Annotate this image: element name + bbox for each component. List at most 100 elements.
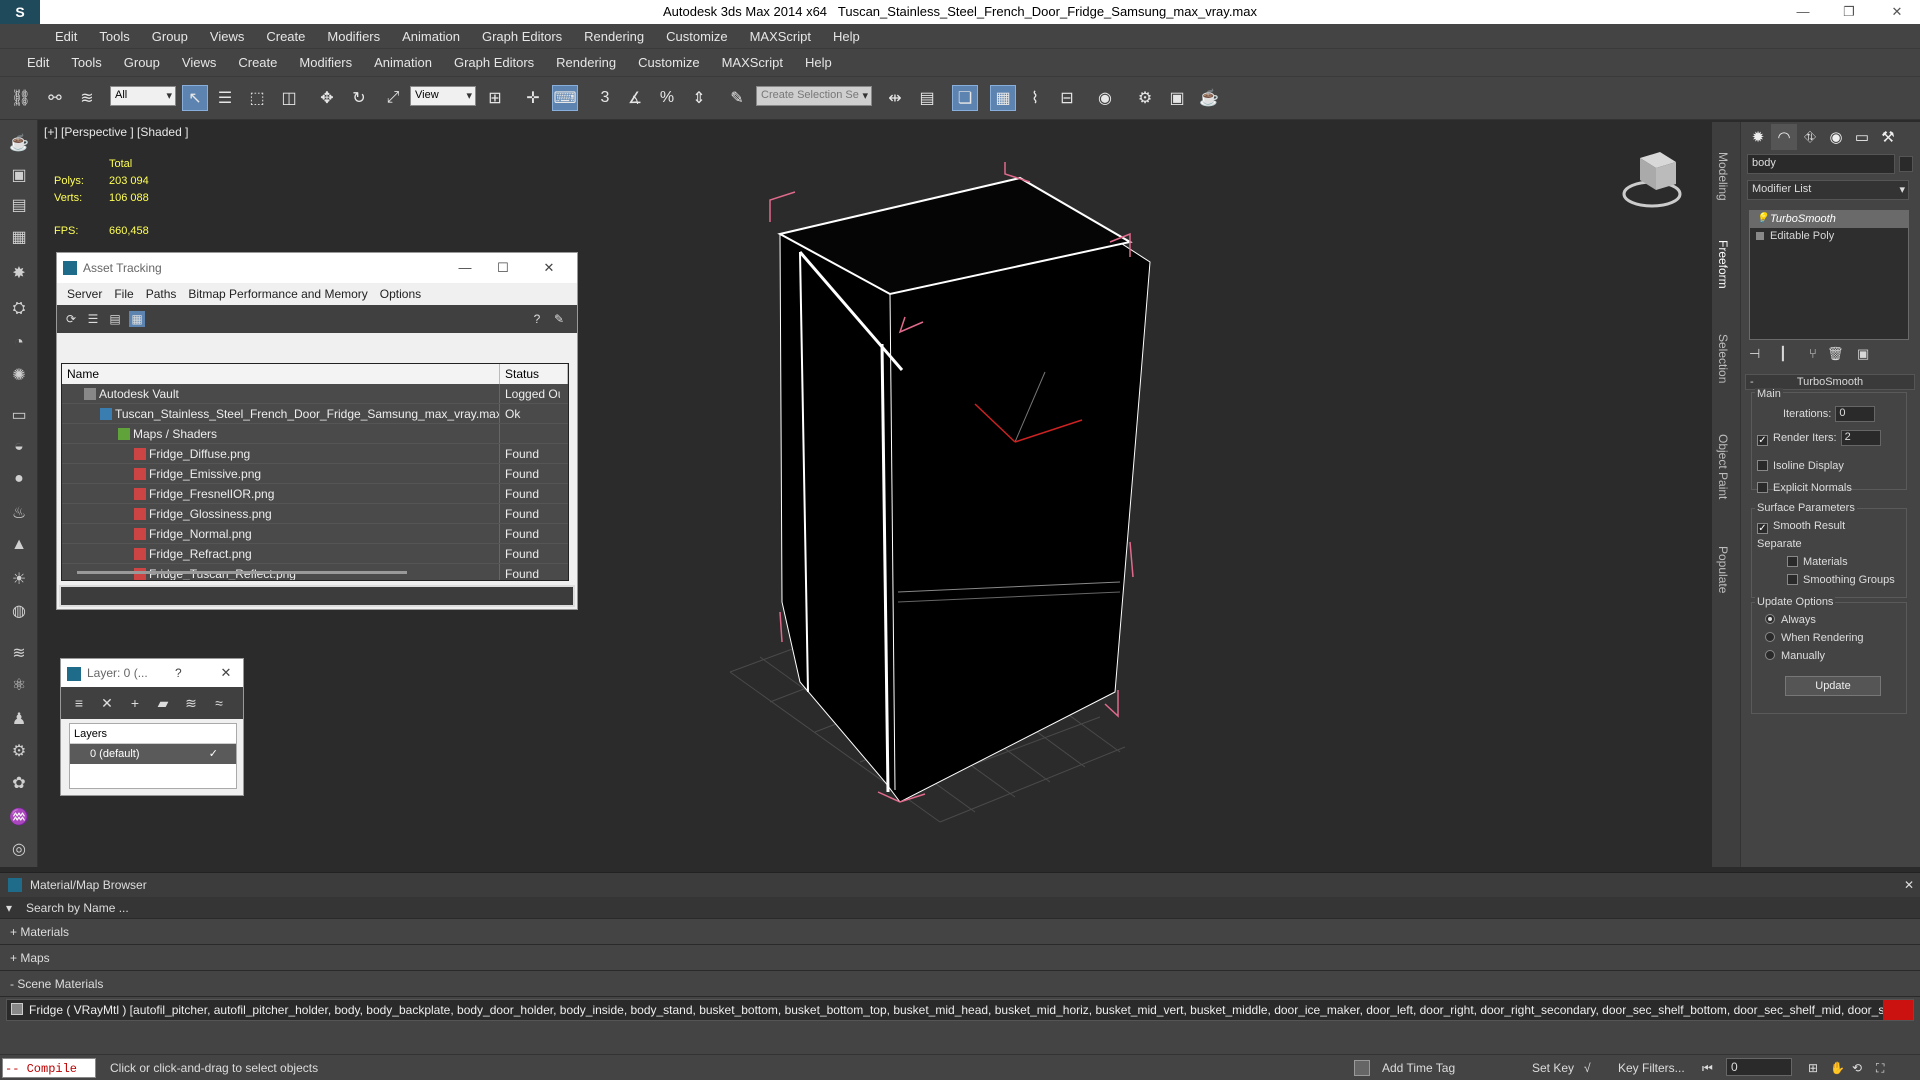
menu-group[interactable]: Group xyxy=(113,55,171,70)
object-color-swatch[interactable] xyxy=(1899,156,1913,172)
close-icon[interactable]: ✕ xyxy=(1904,873,1914,897)
add-selection-icon[interactable]: ▰ xyxy=(153,693,173,713)
menu-views[interactable]: Views xyxy=(199,29,255,44)
motion-tab-icon[interactable]: ◉ xyxy=(1823,124,1849,150)
set-key-button[interactable]: Set Key xyxy=(1532,1061,1574,1075)
always-radio[interactable] xyxy=(1765,614,1775,624)
fridge-model[interactable] xyxy=(777,176,1151,803)
when-rendering-radio[interactable] xyxy=(1765,632,1775,642)
teapot-icon[interactable]: ☕ xyxy=(6,130,32,156)
tab-object-paint[interactable]: Object Paint xyxy=(1716,434,1730,499)
menu-edit[interactable]: Edit xyxy=(44,29,88,44)
minimize-icon[interactable]: — xyxy=(447,253,483,283)
go-to-start-icon[interactable]: ⏮ xyxy=(1702,1061,1713,1076)
align-icon[interactable]: ▤ xyxy=(914,85,940,111)
menu-help[interactable]: Help xyxy=(794,55,843,70)
view-cube[interactable] xyxy=(1622,152,1682,208)
menu-bitmap-performance[interactable]: Bitmap Performance and Memory xyxy=(182,287,373,301)
close-icon[interactable]: ✕ xyxy=(531,253,567,283)
render-setup-icon[interactable]: ⚙ xyxy=(1132,85,1158,111)
menu-maxscript[interactable]: MAXScript xyxy=(711,55,794,70)
material-browser-titlebar[interactable]: Material/Map Browser ✕ xyxy=(0,873,1920,897)
molecule-icon[interactable]: ⚛ xyxy=(6,672,32,698)
menu-animation[interactable]: Animation xyxy=(391,29,471,44)
menu-modifiers[interactable]: Modifiers xyxy=(316,29,391,44)
pin-stack-icon[interactable]: ⊣ xyxy=(1749,346,1760,362)
menu-group[interactable]: Group xyxy=(141,29,199,44)
menu-server[interactable]: Server xyxy=(61,287,108,301)
manually-radio[interactable] xyxy=(1765,650,1775,660)
scene-material-row[interactable]: Fridge ( VRayMtl ) [autofil_pitcher, aut… xyxy=(6,999,1914,1021)
layers-icon[interactable]: ▤ xyxy=(6,192,32,218)
maximize-viewport-icon[interactable]: ⛶ xyxy=(1876,1061,1884,1076)
group-maps[interactable]: + Maps xyxy=(0,945,1920,971)
material-search-field[interactable]: ▾ Search by Name ... xyxy=(0,897,1920,919)
maximize-icon[interactable]: ❐ xyxy=(1826,0,1872,24)
helper-icon[interactable]: ◔ xyxy=(6,330,32,356)
asset-row[interactable]: Fridge_Diffuse.png Found xyxy=(62,444,568,464)
layer-row[interactable]: 0 (default) ✓ xyxy=(70,744,236,764)
mirror-icon[interactable]: ⇹ xyxy=(882,85,908,111)
percent-snap-icon[interactable]: % xyxy=(654,85,680,111)
tab-freeform[interactable]: Freeform xyxy=(1716,240,1730,289)
utilities-tab-icon[interactable]: ⚒ xyxy=(1875,124,1901,150)
tab-populate[interactable]: Populate xyxy=(1716,546,1730,593)
menu-tools[interactable]: Tools xyxy=(60,55,112,70)
layer-manager-icon[interactable]: ≡ xyxy=(69,693,89,713)
scale-icon[interactable]: ⤢ xyxy=(380,85,406,111)
menu-customize[interactable]: Customize xyxy=(655,29,738,44)
asset-path-field[interactable] xyxy=(59,585,575,607)
named-selection-set-dropdown[interactable]: Create Selection Se xyxy=(756,86,872,106)
menu-create[interactable]: Create xyxy=(255,29,316,44)
create-layer-icon[interactable]: + xyxy=(125,693,145,713)
modify-tab-icon[interactable]: ◠ xyxy=(1771,124,1797,150)
settings-icon[interactable]: ✎ xyxy=(551,311,567,327)
asset-tracking-titlebar[interactable]: Asset Tracking — ☐ ✕ xyxy=(57,253,577,283)
minimize-icon[interactable]: — xyxy=(1780,0,1826,24)
close-icon[interactable]: ✕ xyxy=(1874,0,1920,24)
asset-row[interactable]: Autodesk Vault Logged Ou xyxy=(62,384,568,404)
snapshot-icon[interactable]: ⛭ xyxy=(6,296,32,322)
shell-icon[interactable]: ◎ xyxy=(6,836,32,862)
layer-manager-icon[interactable]: ❏ xyxy=(952,85,978,111)
display-tab-icon[interactable]: ▭ xyxy=(1849,124,1875,150)
smoothing-groups-checkbox[interactable] xyxy=(1787,574,1798,585)
select-manipulate-icon[interactable]: ✛ xyxy=(520,85,546,111)
asset-row[interactable]: Tuscan_Stainless_Steel_French_Door_Fridg… xyxy=(62,404,568,424)
key-mode-icon[interactable]: √ xyxy=(1584,1061,1591,1075)
key-filters-button[interactable]: Key Filters... xyxy=(1618,1061,1685,1075)
menu-rendering[interactable]: Rendering xyxy=(573,29,655,44)
sun-icon[interactable]: ☀ xyxy=(6,566,32,592)
menu-maxscript[interactable]: MAXScript xyxy=(739,29,822,44)
horizontal-scrollbar[interactable] xyxy=(77,571,407,574)
modifier-list-dropdown[interactable]: Modifier List ▾ xyxy=(1747,180,1909,200)
asset-row[interactable]: Fridge_Refract.png Found xyxy=(62,544,568,564)
help-button[interactable]: ? xyxy=(175,659,182,687)
rotate-icon[interactable]: ↻ xyxy=(346,85,372,111)
render-production-icon[interactable]: ☕ xyxy=(1196,85,1222,111)
close-icon[interactable]: ✕ xyxy=(211,659,241,687)
render-iters-checkbox[interactable]: ✓ xyxy=(1757,434,1768,446)
chevron-down-icon[interactable]: ▾ xyxy=(6,897,12,919)
plane-icon[interactable]: ▭ xyxy=(6,402,32,428)
select-by-name-icon[interactable]: ☰ xyxy=(212,85,238,111)
isoline-checkbox[interactable] xyxy=(1757,460,1768,471)
asset-row[interactable]: Fridge_Normal.png Found xyxy=(62,524,568,544)
reference-coordinate-dropdown[interactable]: View xyxy=(410,86,476,106)
maximize-icon[interactable]: ☐ xyxy=(485,253,521,283)
materials-checkbox[interactable] xyxy=(1787,556,1798,567)
selection-filter-dropdown[interactable]: All xyxy=(110,86,176,106)
layer-dialog-titlebar[interactable]: Layer: 0 (... ? ✕ xyxy=(61,659,243,687)
refresh-icon[interactable]: ⟳ xyxy=(63,311,79,327)
column-name[interactable]: Name xyxy=(62,364,500,384)
maxscript-listener[interactable]: -- Compile e: xyxy=(2,1058,96,1078)
snaps-toggle-icon[interactable]: 3 xyxy=(592,85,618,111)
add-time-tag-button[interactable]: Add Time Tag xyxy=(1382,1061,1455,1075)
graphite-ribbon-icon[interactable]: ▦ xyxy=(990,85,1016,111)
menu-rendering[interactable]: Rendering xyxy=(545,55,627,70)
dome-icon[interactable]: ◒ xyxy=(6,434,32,460)
explicit-normals-checkbox[interactable] xyxy=(1757,482,1768,493)
time-tag-icon[interactable] xyxy=(1354,1060,1370,1076)
menu-modifiers[interactable]: Modifiers xyxy=(288,55,363,70)
menu-views[interactable]: Views xyxy=(171,55,227,70)
